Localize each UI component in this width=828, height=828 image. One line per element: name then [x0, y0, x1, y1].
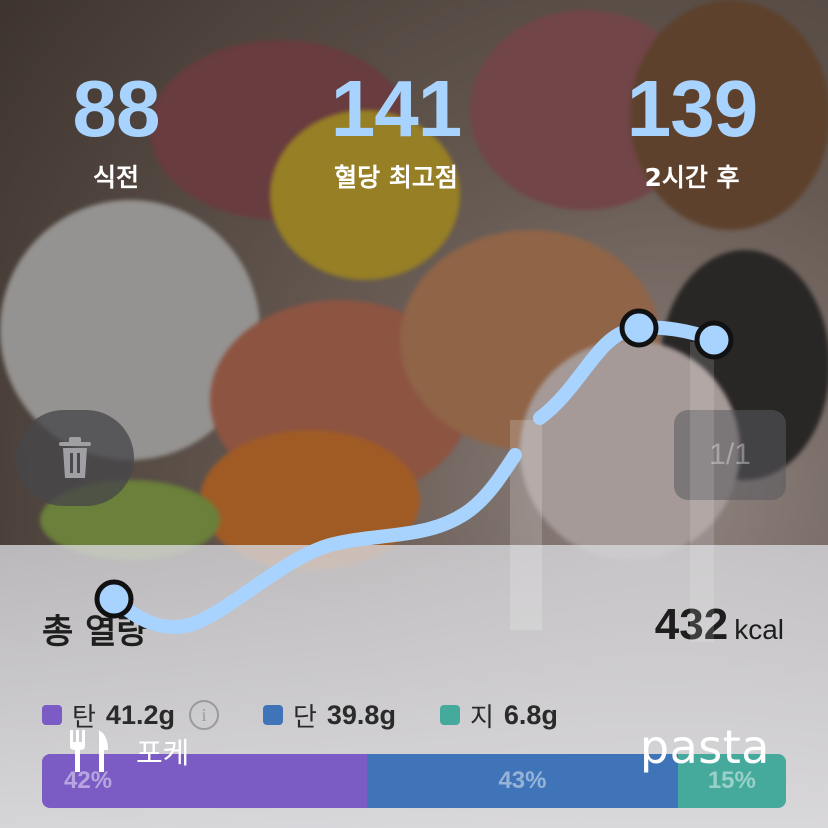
brand-logo: pasta [639, 720, 770, 774]
glucose-curve-lower [107, 448, 522, 634]
point-peak[interactable] [619, 308, 659, 348]
point-before-meal[interactable] [94, 579, 134, 619]
point-two-hours[interactable] [694, 320, 734, 360]
meal-caption: 포케 [66, 728, 189, 774]
meal-name: 포케 [136, 736, 190, 770]
curve-drop-line [690, 342, 714, 642]
glucose-curve-overlay [94, 308, 734, 642]
fork-knife-icon [70, 730, 108, 772]
meal-detail-screen: 88 식전 141 혈당 최고점 139 2시간 후 1/1 총 열량 432k… [0, 0, 828, 828]
